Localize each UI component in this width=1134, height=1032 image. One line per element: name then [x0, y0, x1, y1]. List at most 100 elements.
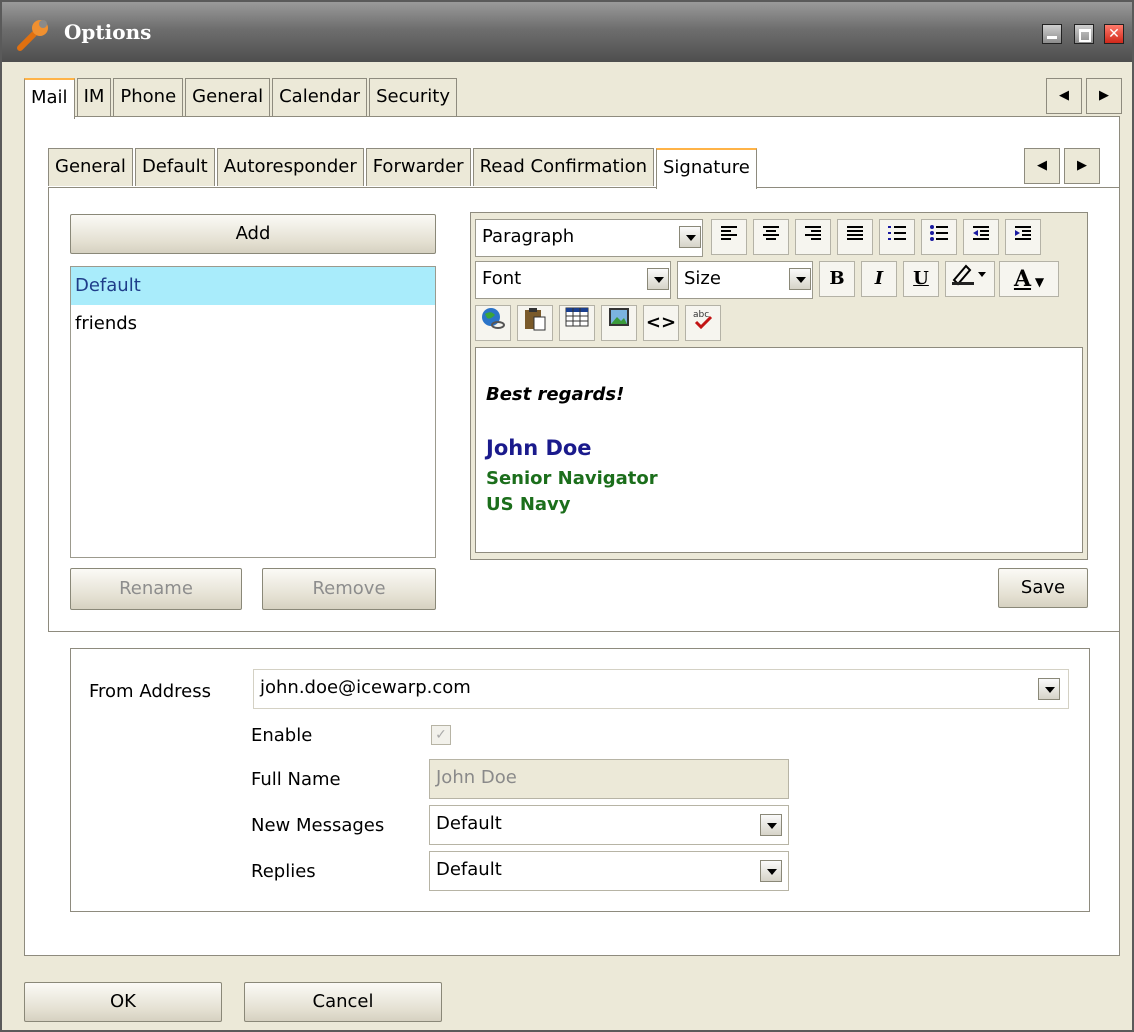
signature-list: Default friends [70, 266, 436, 558]
font-select-value: Font [482, 268, 522, 289]
close-button[interactable]: ✕ [1104, 24, 1124, 44]
maximize-button[interactable] [1074, 24, 1094, 44]
outer-tab-prev-button[interactable]: ◀ [1046, 78, 1082, 114]
chevron-down-icon: ▼ [1031, 275, 1045, 289]
outdent-icon [973, 226, 989, 240]
signature-content-area[interactable]: Best regards! John Doe Senior Navigator … [475, 347, 1083, 553]
align-right-button[interactable] [795, 219, 831, 255]
tab-phone[interactable]: Phone [113, 78, 184, 116]
signature-position: Senior Navigator [486, 468, 658, 489]
align-left-button[interactable] [711, 219, 747, 255]
enable-checkbox[interactable]: ✓ [431, 725, 451, 745]
tab-mail-general[interactable]: General [48, 148, 133, 186]
signature-org: US Navy [486, 494, 571, 515]
insert-image-button[interactable] [601, 305, 637, 341]
checkmark-icon: ✓ [435, 727, 447, 743]
tab-forwarder[interactable]: Forwarder [365, 148, 471, 186]
chevron-down-icon [1038, 678, 1060, 700]
chevron-down-icon [647, 268, 669, 290]
remove-button[interactable]: Remove [262, 568, 436, 610]
ok-button[interactable]: OK [24, 982, 222, 1022]
signature-editor: Paragraph Font Size B I U A ▼ <> abc Bes… [470, 212, 1088, 560]
outdent-button[interactable] [963, 219, 999, 255]
outer-tab-next-button[interactable]: ▶ [1086, 78, 1122, 114]
replies-label: Replies [251, 861, 316, 882]
bold-button[interactable]: B [819, 261, 855, 297]
font-select[interactable]: Font [475, 261, 671, 299]
cancel-button[interactable]: Cancel [244, 982, 442, 1022]
new-messages-label: New Messages [251, 815, 385, 836]
spellcheck-icon: abc [693, 310, 713, 330]
wrench-icon [17, 20, 48, 51]
from-address-label: From Address [89, 681, 212, 702]
paragraph-select-value: Paragraph [482, 226, 575, 247]
image-icon [609, 308, 629, 326]
inner-tab-next-button[interactable]: ▶ [1064, 148, 1100, 184]
save-button[interactable]: Save [998, 568, 1088, 608]
source-code-button[interactable]: <> [643, 305, 679, 341]
font-color-button[interactable]: A ▼ [999, 261, 1059, 297]
options-window: Options ✕ Mail IM Phone General Calendar… [0, 0, 1134, 1032]
font-color-icon: A [1013, 266, 1032, 292]
rename-button[interactable]: Rename [70, 568, 242, 610]
full-name-field[interactable]: John Doe [429, 759, 789, 799]
replies-select[interactable]: Default [429, 851, 789, 891]
signature-name: John Doe [486, 436, 592, 460]
globe-link-icon [482, 308, 505, 329]
spellcheck-button[interactable]: abc [685, 305, 721, 341]
align-center-icon [763, 226, 779, 240]
justify-icon [847, 226, 863, 240]
new-messages-select[interactable]: Default [429, 805, 789, 845]
new-messages-value: Default [436, 813, 502, 834]
inner-tab-bar: General Default Autoresponder Forwarder … [48, 148, 759, 189]
table-icon [565, 307, 589, 327]
arrow-left-icon: ◀ [1037, 158, 1047, 173]
italic-button[interactable]: I [861, 261, 897, 297]
highlighter-icon [952, 264, 986, 286]
title-bar[interactable]: Options ✕ [2, 2, 1132, 62]
justify-button[interactable] [837, 219, 873, 255]
tab-im[interactable]: IM [76, 78, 112, 116]
list-item[interactable]: Default [71, 267, 435, 305]
tab-autoresponder[interactable]: Autoresponder [216, 148, 364, 186]
tab-signature[interactable]: Signature [656, 148, 757, 189]
outer-tab-bar: Mail IM Phone General Calendar Security [24, 78, 459, 119]
insert-table-button[interactable] [559, 305, 595, 341]
numbered-list-button[interactable] [879, 219, 915, 255]
chevron-down-icon [789, 268, 811, 290]
full-name-value: John Doe [436, 767, 517, 788]
numbered-list-icon [888, 226, 906, 240]
address-settings-group: From Address john.doe@icewarp.com Enable… [70, 648, 1090, 912]
chevron-down-icon [760, 814, 782, 836]
chevron-down-icon [760, 860, 782, 882]
bullet-list-icon [930, 225, 948, 241]
window-title: Options [64, 20, 152, 44]
arrow-right-icon: ▶ [1099, 88, 1109, 103]
tab-default[interactable]: Default [134, 148, 215, 186]
tab-general[interactable]: General [185, 78, 271, 116]
bullet-list-button[interactable] [921, 219, 957, 255]
arrow-left-icon: ◀ [1059, 88, 1069, 103]
from-address-select[interactable]: john.doe@icewarp.com [253, 669, 1069, 709]
paste-button[interactable] [517, 305, 553, 341]
align-center-button[interactable] [753, 219, 789, 255]
insert-link-button[interactable] [475, 305, 511, 341]
minimize-button[interactable] [1042, 24, 1062, 44]
indent-button[interactable] [1005, 219, 1041, 255]
size-select[interactable]: Size [677, 261, 813, 299]
signature-line-1: Best regards! [486, 384, 625, 405]
tab-calendar[interactable]: Calendar [272, 78, 368, 116]
paragraph-select[interactable]: Paragraph [475, 219, 703, 257]
tab-security[interactable]: Security [369, 78, 457, 116]
list-item[interactable]: friends [71, 305, 435, 343]
tab-mail[interactable]: Mail [24, 78, 75, 119]
clipboard-icon [525, 308, 546, 331]
chevron-down-icon [679, 226, 701, 248]
size-select-value: Size [684, 268, 721, 289]
add-signature-button[interactable]: Add [70, 214, 436, 254]
tab-read-confirmation[interactable]: Read Confirmation [472, 148, 654, 186]
inner-tab-prev-button[interactable]: ◀ [1024, 148, 1060, 184]
highlight-color-button[interactable] [945, 261, 995, 297]
enable-label: Enable [251, 725, 313, 746]
underline-button[interactable]: U [903, 261, 939, 297]
